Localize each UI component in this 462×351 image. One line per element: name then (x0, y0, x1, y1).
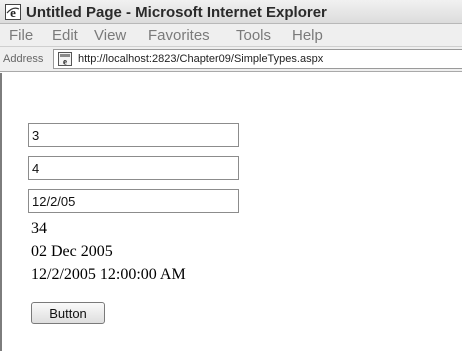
address-field[interactable]: e http://localhost:2823/Chapter09/Simple… (53, 49, 462, 69)
textbox-1[interactable] (28, 123, 239, 147)
svg-text:e: e (63, 57, 67, 67)
page-icon: e (57, 51, 73, 67)
address-bar: Address e http://localhost:2823/Chapter0… (0, 47, 462, 72)
browser-window: e Untitled Page - Microsoft Internet Exp… (0, 0, 462, 351)
internet-explorer-icon: e (5, 4, 21, 20)
menu-view[interactable]: View (94, 27, 126, 44)
menu-file[interactable]: File (9, 27, 33, 44)
textbox-2[interactable] (28, 156, 239, 180)
output-sum: 34 (31, 220, 47, 237)
output-date-short: 02 Dec 2005 (31, 243, 113, 260)
menu-bar: File Edit View Favorites Tools Help (0, 24, 462, 47)
menu-favorites[interactable]: Favorites (148, 27, 210, 44)
output-datetime: 12/2/2005 12:00:00 AM (31, 266, 186, 283)
title-bar: e Untitled Page - Microsoft Internet Exp… (0, 0, 462, 24)
textbox-date[interactable] (28, 189, 239, 213)
window-title: Untitled Page - Microsoft Internet Explo… (26, 4, 327, 21)
address-url[interactable]: http://localhost:2823/Chapter09/SimpleTy… (78, 53, 323, 65)
menu-help[interactable]: Help (292, 27, 323, 44)
submit-button[interactable]: Button (31, 302, 105, 324)
svg-text:e: e (10, 5, 16, 20)
address-label: Address (3, 53, 44, 65)
menu-tools[interactable]: Tools (236, 27, 271, 44)
menu-edit[interactable]: Edit (52, 27, 78, 44)
